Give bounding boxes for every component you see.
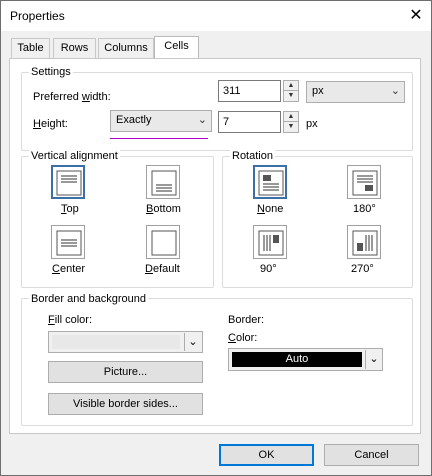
rotation-90-button[interactable] — [253, 225, 287, 259]
rotation-none-label: None — [257, 203, 284, 215]
tab-columns[interactable]: Columns — [98, 38, 154, 58]
tab-table[interactable]: Table — [11, 38, 50, 58]
fill-color-label: Fill color: — [48, 314, 93, 326]
border-label: Border: — [228, 314, 265, 326]
height-input[interactable] — [218, 111, 281, 133]
border-color-swatch: Auto — [232, 352, 362, 367]
rotation-180-label: 180° — [353, 203, 376, 215]
valign-top-label: Top — [61, 203, 79, 215]
spin-down-icon[interactable]: ▼ — [284, 122, 298, 132]
rotate-180-icon — [352, 170, 378, 196]
align-bottom-icon — [151, 170, 177, 196]
ok-button[interactable]: OK — [219, 444, 314, 466]
chevron-down-icon: ⌄ — [184, 333, 201, 351]
height-label: Height: — [33, 118, 68, 130]
picture-button[interactable]: Picture... — [48, 361, 203, 383]
valign-bottom-button[interactable] — [146, 165, 180, 199]
align-center-icon — [56, 230, 82, 256]
valign-center-label: Center — [52, 263, 86, 275]
settings-group-label: Settings — [29, 66, 73, 78]
tab-rows[interactable]: Rows — [53, 38, 96, 58]
chevron-down-icon: ⌄ — [197, 114, 207, 126]
chevron-down-icon: ⌄ — [390, 85, 400, 97]
height-unit-label: px — [306, 118, 318, 130]
properties-dialog: Properties ✕ Table Rows Columns Cells Se… — [0, 0, 432, 476]
window-title: Properties — [10, 9, 65, 23]
close-icon[interactable]: ✕ — [405, 5, 427, 27]
border-color-label: Color: — [228, 332, 258, 344]
preferred-width-input[interactable] — [218, 80, 281, 102]
title-bar: Properties ✕ — [1, 1, 431, 31]
preferred-width-label: Preferred width: — [33, 91, 111, 103]
valign-top-button[interactable] — [51, 165, 85, 199]
rotation-270-label: 270° — [351, 263, 374, 275]
preferred-width-spinner[interactable]: ▲ ▼ — [283, 80, 299, 102]
spin-up-icon[interactable]: ▲ — [284, 112, 298, 122]
height-spinner[interactable]: ▲ ▼ — [283, 111, 299, 133]
height-mode-select[interactable]: Exactly ⌄ — [110, 110, 212, 132]
height-mode-underline — [110, 138, 208, 139]
rotation-none-button[interactable] — [253, 165, 287, 199]
border-background-label: Border and background — [29, 293, 148, 305]
cells-tab-panel: Settings Preferred width: ▲ ▼ px ⌄ Heigh… — [9, 58, 421, 434]
visible-border-sides-button[interactable]: Visible border sides... — [48, 393, 203, 415]
cancel-button[interactable]: Cancel — [324, 444, 419, 466]
rotate-none-icon — [258, 170, 284, 196]
rotation-group — [222, 156, 413, 288]
rotation-group-label: Rotation — [230, 150, 275, 162]
rotation-270-button[interactable] — [347, 225, 381, 259]
vertical-alignment-label: Vertical alignment — [29, 150, 120, 162]
rotate-270-icon — [352, 230, 378, 256]
vertical-alignment-group — [21, 156, 214, 288]
valign-default-button[interactable] — [146, 225, 180, 259]
fill-color-swatch — [52, 335, 180, 349]
rotate-90-icon — [258, 230, 284, 256]
spin-up-icon[interactable]: ▲ — [284, 81, 298, 91]
chevron-down-icon: ⌄ — [365, 350, 382, 369]
valign-default-label: Default — [145, 263, 180, 275]
rotation-180-button[interactable] — [347, 165, 381, 199]
fill-color-dropdown[interactable]: ⌄ — [48, 331, 203, 353]
valign-bottom-label: Bottom — [146, 203, 181, 215]
border-color-dropdown[interactable]: Auto ⌄ — [228, 348, 383, 371]
valign-center-button[interactable] — [51, 225, 85, 259]
rotation-90-label: 90° — [260, 263, 277, 275]
align-default-icon — [151, 230, 177, 256]
align-top-icon — [56, 170, 82, 196]
spin-down-icon[interactable]: ▼ — [284, 91, 298, 101]
tab-cells[interactable]: Cells — [154, 36, 199, 59]
preferred-width-unit-select[interactable]: px ⌄ — [306, 81, 405, 103]
